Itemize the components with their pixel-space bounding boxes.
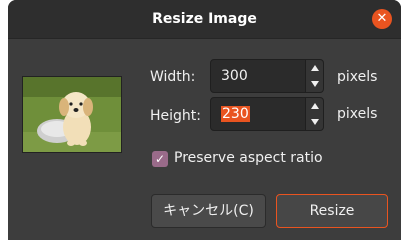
chevron-down-icon [311, 119, 319, 125]
height-increment-button[interactable] [306, 98, 324, 114]
width-value: 300 [221, 68, 248, 84]
preserve-aspect-label[interactable]: Preserve aspect ratio [174, 150, 323, 166]
chevron-down-icon [311, 81, 319, 87]
preserve-aspect-checkbox[interactable]: ✓ [152, 151, 168, 167]
width-label: Width: [150, 69, 196, 85]
width-units: pixels [337, 69, 378, 85]
height-input[interactable]: 230 [210, 97, 306, 131]
dialog-title: Resize Image [152, 11, 257, 27]
height-spinner[interactable] [306, 97, 324, 131]
height-value: 230 [221, 106, 250, 122]
height-label: Height: [150, 108, 201, 124]
cancel-button[interactable]: キャンセル(C) [151, 194, 266, 228]
width-increment-button[interactable] [306, 60, 324, 76]
close-icon: ✕ [376, 11, 388, 26]
resize-image-dialog: Resize Image ✕ Width: 300 pixels Height:… [8, 0, 401, 240]
chevron-up-icon [311, 65, 319, 71]
image-thumbnail [22, 76, 122, 153]
width-spinner[interactable] [306, 59, 324, 93]
title-bar[interactable]: Resize Image ✕ [8, 0, 401, 39]
resize-button[interactable]: Resize [276, 194, 388, 228]
height-units: pixels [337, 106, 378, 122]
chevron-up-icon [311, 103, 319, 109]
width-input[interactable]: 300 [210, 59, 306, 93]
close-button[interactable]: ✕ [372, 9, 392, 29]
width-decrement-button[interactable] [306, 76, 324, 92]
height-decrement-button[interactable] [306, 114, 324, 130]
checkmark-icon: ✓ [154, 152, 166, 166]
